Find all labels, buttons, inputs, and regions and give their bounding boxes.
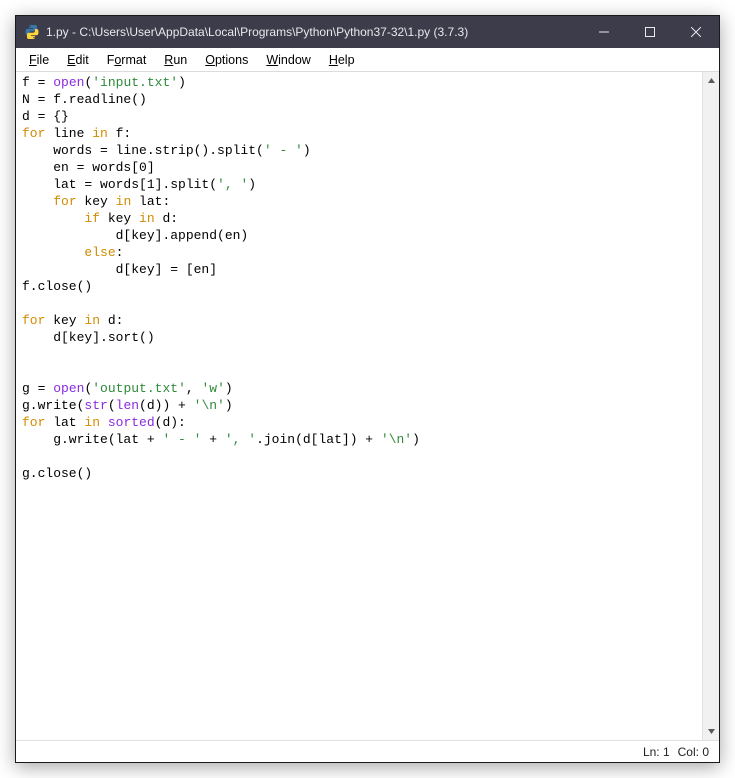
menu-edit[interactable]: Edit <box>58 52 98 68</box>
status-line: Ln: 1 <box>643 745 670 759</box>
window-controls <box>581 16 719 48</box>
scroll-down-icon[interactable] <box>703 723 719 740</box>
status-column: Col: 0 <box>678 745 709 759</box>
menu-file[interactable]: File <box>20 52 58 68</box>
menu-run[interactable]: Run <box>155 52 196 68</box>
close-button[interactable] <box>673 16 719 48</box>
code-editor[interactable]: f = open('input.txt') N = f.readline() d… <box>16 72 702 740</box>
menu-window[interactable]: Window <box>257 52 319 68</box>
titlebar[interactable]: 1.py - C:\Users\User\AppData\Local\Progr… <box>16 16 719 48</box>
menu-format[interactable]: Format <box>98 52 156 68</box>
menubar: File Edit Format Run Options Window Help <box>16 48 719 72</box>
scroll-up-icon[interactable] <box>703 72 719 89</box>
idle-window: 1.py - C:\Users\User\AppData\Local\Progr… <box>15 15 720 763</box>
maximize-button[interactable] <box>627 16 673 48</box>
statusbar: Ln: 1 Col: 0 <box>16 740 719 762</box>
python-idle-icon <box>24 24 40 40</box>
window-title: 1.py - C:\Users\User\AppData\Local\Progr… <box>46 25 581 39</box>
editor-area: f = open('input.txt') N = f.readline() d… <box>16 72 719 740</box>
minimize-button[interactable] <box>581 16 627 48</box>
vertical-scrollbar[interactable] <box>702 72 719 740</box>
menu-help[interactable]: Help <box>320 52 364 68</box>
menu-options[interactable]: Options <box>196 52 257 68</box>
